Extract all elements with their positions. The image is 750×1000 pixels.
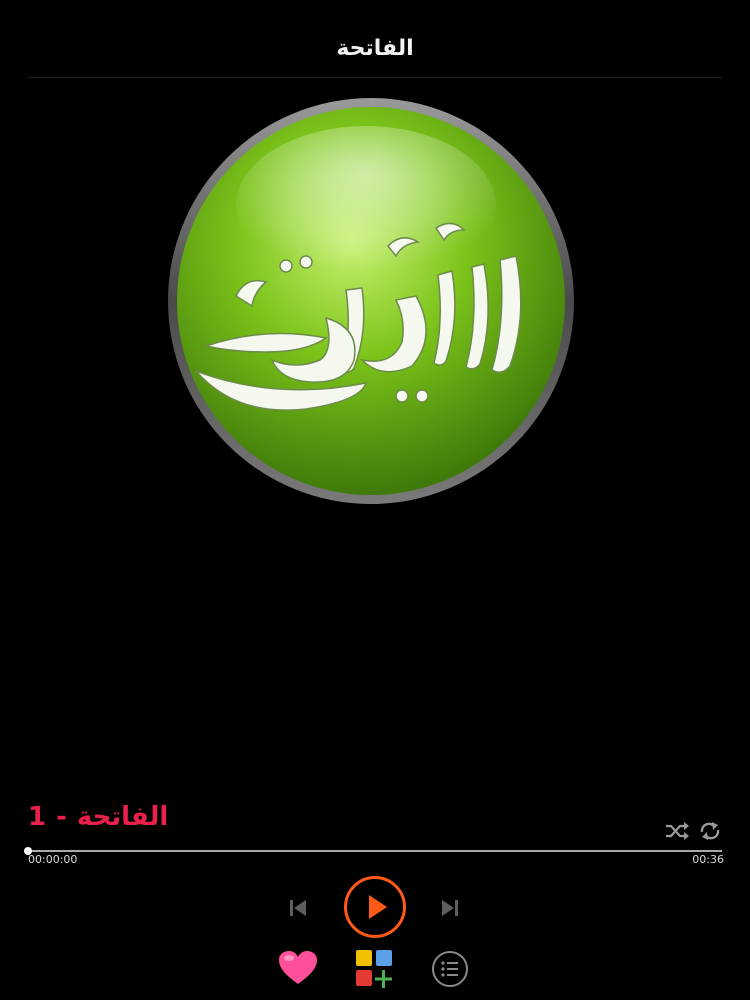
skip-previous-icon [290,900,306,916]
shuffle-icon [666,822,689,840]
header-divider [28,77,722,78]
playlist-button[interactable] [432,951,468,987]
play-icon [369,895,387,919]
previous-button[interactable] [286,896,310,920]
skip-next-icon [442,900,458,916]
track-separator: - [56,802,67,832]
current-time: 00:00:00 [28,853,78,866]
progress-slider[interactable] [24,847,722,855]
track-name: الفاتحة [76,802,169,832]
categories-button[interactable] [354,948,396,990]
heart-icon [279,951,317,984]
track-number: 1 [28,802,47,832]
playback-mode-toggles [664,820,724,842]
next-button[interactable] [438,896,462,920]
list-icon [441,961,458,977]
page-title: الفاتحة [336,36,414,61]
grid-plus-icon [356,950,392,988]
now-playing-title: 1- الفاتحة [28,802,168,832]
play-button[interactable] [344,876,406,938]
quran-artwork [166,96,576,506]
total-time: 00:36 [692,853,724,866]
favorite-button[interactable] [278,950,318,986]
quran-calligraphy-image [168,98,574,504]
header-bar: الفاتحة [0,0,750,78]
progress-track [28,850,722,852]
repeat-icon [700,822,720,840]
